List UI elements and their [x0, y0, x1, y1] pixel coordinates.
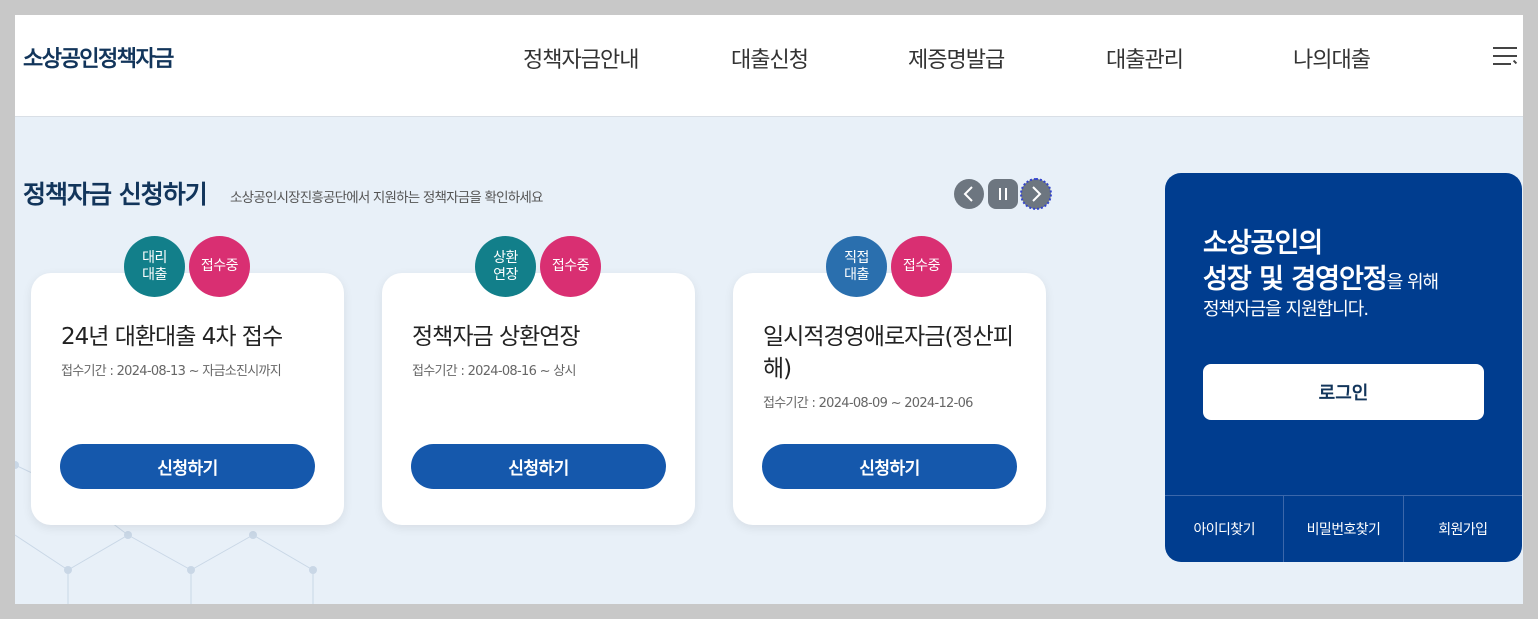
find-id-link[interactable]: 아이디찾기: [1165, 496, 1285, 562]
section-title: 정책자금 신청하기: [23, 180, 208, 209]
fund-card: 일시적경영애로자금(정산피해) 접수기간 : 2024-08-09 ~ 2024…: [733, 273, 1046, 525]
status-badge: 접수중: [540, 236, 601, 297]
fund-card: 정책자금 상환연장 접수기간 : 2024-08-16 ~ 상시 신청하기: [382, 273, 695, 525]
sign-up-link[interactable]: 회원가입: [1404, 496, 1522, 562]
fund-card: 24년 대환대출 4차 접수 접수기간 : 2024-08-13 ~ 자금소진시…: [31, 273, 344, 525]
site-logo[interactable]: 소상공인정책자금: [23, 41, 174, 73]
card-period: 접수기간 : 2024-08-16 ~ 상시: [412, 364, 576, 379]
find-password-link[interactable]: 비밀번호찾기: [1284, 496, 1404, 562]
status-badge: 접수중: [891, 236, 952, 297]
hamburger-menu-icon[interactable]: [1491, 46, 1519, 68]
login-headline: 소상공인의: [1203, 228, 1323, 259]
nav-loan-management[interactable]: 대출관리: [1106, 42, 1184, 74]
card-period: 접수기간 : 2024-08-13 ~ 자금소진시까지: [61, 364, 282, 379]
nav-my-loans[interactable]: 나의대출: [1293, 42, 1371, 74]
pause-icon: [999, 188, 1007, 200]
nav-certificate-issue[interactable]: 제증명발급: [908, 42, 1005, 74]
login-headline-2: 성장 및 경영안정을 위해: [1203, 264, 1439, 295]
loan-type-badge: 상환 연장: [475, 236, 536, 297]
carousel-next-button[interactable]: [1020, 178, 1052, 210]
loan-type-badge: 직접 대출: [826, 236, 887, 297]
login-button[interactable]: 로그인: [1203, 364, 1484, 420]
carousel-prev-button[interactable]: [954, 179, 984, 209]
page: 소상공인정책자금 정책자금안내 대출신청 제증명발급 대출관리 나의대출 정책자…: [15, 15, 1523, 604]
card-title: 24년 대환대출 4차 접수: [61, 324, 283, 350]
carousel-pause-button[interactable]: [988, 179, 1018, 209]
login-description: 정책자금을 지원합니다.: [1203, 299, 1369, 320]
login-panel: 소상공인의 성장 및 경영안정을 위해 정책자금을 지원합니다. 로그인 아이디…: [1165, 173, 1522, 562]
site-header: 소상공인정책자금 정책자금안내 대출신청 제증명발급 대출관리 나의대출: [15, 15, 1523, 117]
card-title: 일시적경영애로자금(정산피해): [763, 324, 1014, 382]
card-period: 접수기간 : 2024-08-09 ~ 2024-12-06: [763, 396, 973, 411]
card-title: 정책자금 상환연장: [412, 324, 581, 350]
chevron-right-icon: [1032, 186, 1042, 202]
apply-button[interactable]: 신청하기: [60, 444, 315, 489]
nav-policy-fund-info[interactable]: 정책자금안내: [523, 42, 639, 74]
apply-button[interactable]: 신청하기: [762, 444, 1017, 489]
chevron-left-icon: [963, 186, 973, 202]
apply-button[interactable]: 신청하기: [411, 444, 666, 489]
nav-loan-application[interactable]: 대출신청: [731, 42, 809, 74]
section-subtitle: 소상공인시장진흥공단에서 지원하는 정책자금을 확인하세요: [230, 190, 543, 206]
loan-type-badge: 대리 대출: [124, 236, 185, 297]
status-badge: 접수중: [189, 236, 250, 297]
login-links: 아이디찾기 비밀번호찾기 회원가입: [1165, 495, 1522, 562]
